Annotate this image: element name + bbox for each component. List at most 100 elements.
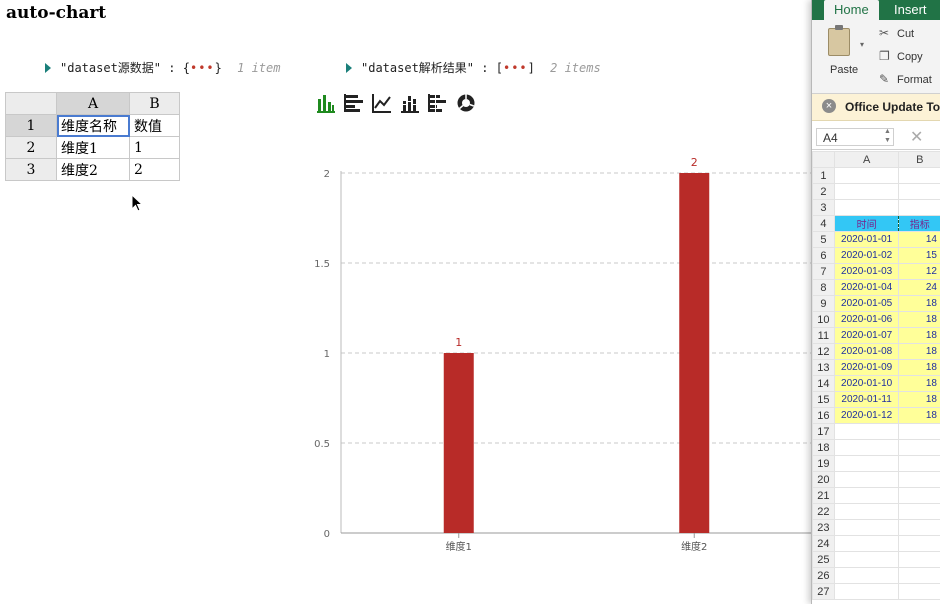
cell[interactable] bbox=[898, 471, 940, 488]
format-painter-button[interactable]: ✎ Format bbox=[879, 72, 932, 86]
cell[interactable] bbox=[898, 167, 940, 184]
corner-cell[interactable] bbox=[5, 92, 57, 115]
cancel-icon[interactable]: ✕ bbox=[910, 127, 923, 147]
row-header[interactable]: 27 bbox=[812, 583, 835, 600]
value-cell[interactable]: 18 bbox=[898, 295, 940, 312]
date-cell[interactable]: 2020-01-01 bbox=[833, 231, 900, 248]
date-cell[interactable]: 2020-01-09 bbox=[833, 359, 900, 376]
date-cell[interactable]: 2020-01-06 bbox=[833, 311, 900, 328]
bar-chart-icon[interactable] bbox=[316, 93, 336, 113]
row-header[interactable]: 9 bbox=[812, 295, 835, 312]
cell[interactable] bbox=[833, 503, 900, 520]
line-chart-icon[interactable] bbox=[372, 93, 392, 113]
row-header[interactable]: 5 bbox=[812, 231, 835, 248]
row-header[interactable]: 3 bbox=[812, 199, 835, 216]
row-header[interactable]: 12 bbox=[812, 343, 835, 360]
stacked-bar-chart-icon[interactable] bbox=[400, 93, 420, 113]
select-all-corner[interactable] bbox=[812, 151, 835, 168]
row-header[interactable]: 3 bbox=[5, 158, 57, 181]
row-header[interactable]: 17 bbox=[812, 423, 835, 440]
row-header[interactable]: 26 bbox=[812, 567, 835, 584]
value-cell[interactable]: 24 bbox=[898, 279, 940, 296]
cell[interactable] bbox=[833, 487, 900, 504]
tab-home[interactable]: Home bbox=[824, 0, 879, 20]
cell-a2[interactable]: 维度1 bbox=[56, 136, 130, 159]
cell[interactable] bbox=[833, 423, 900, 440]
date-cell[interactable]: 2020-01-05 bbox=[833, 295, 900, 312]
header-cell-time[interactable]: 时间 bbox=[833, 215, 900, 232]
cell[interactable] bbox=[898, 567, 940, 584]
copy-button[interactable]: ❐ Copy bbox=[879, 49, 923, 63]
row-header[interactable]: 16 bbox=[812, 407, 835, 424]
paste-icon[interactable] bbox=[828, 25, 850, 56]
row-header[interactable]: 20 bbox=[812, 471, 835, 488]
cell[interactable] bbox=[898, 487, 940, 504]
value-cell[interactable]: 18 bbox=[898, 407, 940, 424]
cell[interactable] bbox=[833, 583, 900, 600]
pie-chart-icon[interactable] bbox=[456, 93, 476, 113]
close-icon[interactable]: × bbox=[822, 99, 836, 113]
name-box[interactable]: A4 bbox=[816, 128, 894, 146]
cell[interactable] bbox=[898, 551, 940, 568]
paste-button[interactable]: Paste bbox=[830, 64, 858, 76]
date-cell[interactable]: 2020-01-02 bbox=[833, 247, 900, 264]
cell[interactable] bbox=[833, 455, 900, 472]
date-cell[interactable]: 2020-01-08 bbox=[833, 343, 900, 360]
row-header[interactable]: 19 bbox=[812, 455, 835, 472]
cell-a3[interactable]: 维度2 bbox=[56, 158, 130, 181]
cell[interactable] bbox=[898, 199, 940, 216]
cell[interactable] bbox=[898, 423, 940, 440]
cell[interactable] bbox=[898, 519, 940, 536]
value-cell[interactable]: 18 bbox=[898, 311, 940, 328]
horizontal-bar-chart-icon[interactable] bbox=[344, 93, 364, 113]
cell[interactable] bbox=[833, 519, 900, 536]
cut-button[interactable]: ✂ Cut bbox=[879, 26, 914, 40]
cell-b1[interactable]: 数值 bbox=[129, 114, 180, 137]
row-header[interactable]: 2 bbox=[5, 136, 57, 159]
json-collapsed-dots[interactable]: ••• bbox=[190, 61, 215, 75]
value-cell[interactable]: 18 bbox=[898, 343, 940, 360]
row-header[interactable]: 6 bbox=[812, 247, 835, 264]
value-cell[interactable]: 15 bbox=[898, 247, 940, 264]
cell[interactable] bbox=[898, 535, 940, 552]
cell[interactable] bbox=[833, 167, 900, 184]
cell-a1[interactable]: 维度名称 bbox=[56, 114, 130, 137]
expand-triangle-icon[interactable] bbox=[346, 63, 352, 73]
name-box-stepper-icon[interactable]: ▲ ▼ bbox=[884, 127, 891, 145]
date-cell[interactable]: 2020-01-07 bbox=[833, 327, 900, 344]
json-collapsed-dots[interactable]: ••• bbox=[503, 61, 528, 75]
row-header[interactable]: 1 bbox=[5, 114, 57, 137]
value-cell[interactable]: 18 bbox=[898, 327, 940, 344]
cell[interactable] bbox=[833, 551, 900, 568]
row-header[interactable]: 22 bbox=[812, 503, 835, 520]
row-header[interactable]: 2 bbox=[812, 183, 835, 200]
cell[interactable] bbox=[833, 471, 900, 488]
date-cell[interactable]: 2020-01-04 bbox=[833, 279, 900, 296]
cell[interactable] bbox=[898, 583, 940, 600]
cell[interactable] bbox=[898, 183, 940, 200]
date-cell[interactable]: 2020-01-11 bbox=[833, 391, 900, 408]
row-header[interactable]: 1 bbox=[812, 167, 835, 184]
column-header-a[interactable]: A bbox=[56, 92, 130, 115]
value-cell[interactable]: 18 bbox=[898, 391, 940, 408]
row-header[interactable]: 14 bbox=[812, 375, 835, 392]
cell[interactable] bbox=[833, 183, 900, 200]
row-header[interactable]: 21 bbox=[812, 487, 835, 504]
row-header[interactable]: 4 bbox=[812, 215, 835, 232]
row-header[interactable]: 11 bbox=[812, 327, 835, 344]
column-header-b[interactable]: B bbox=[898, 151, 940, 168]
cell[interactable] bbox=[898, 455, 940, 472]
row-header[interactable]: 8 bbox=[812, 279, 835, 296]
cell[interactable] bbox=[833, 535, 900, 552]
row-header[interactable]: 13 bbox=[812, 359, 835, 376]
value-cell[interactable]: 12 bbox=[898, 263, 940, 280]
cell[interactable] bbox=[898, 503, 940, 520]
json-node-result[interactable]: "dataset解析结果" : [•••] 2 items bbox=[346, 59, 601, 76]
row-header[interactable]: 23 bbox=[812, 519, 835, 536]
chevron-down-icon[interactable]: ▾ bbox=[860, 40, 864, 49]
value-cell[interactable]: 14 bbox=[898, 231, 940, 248]
column-header-a[interactable]: A bbox=[833, 151, 900, 168]
value-cell[interactable]: 18 bbox=[898, 375, 940, 392]
date-cell[interactable]: 2020-01-12 bbox=[833, 407, 900, 424]
cell-b3[interactable]: 2 bbox=[129, 158, 180, 181]
